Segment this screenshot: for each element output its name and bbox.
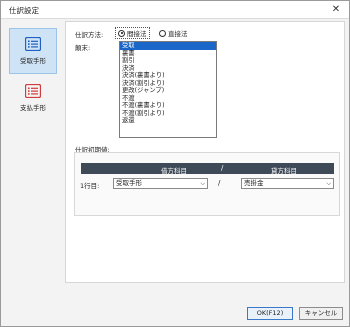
- radio-indirect-method[interactable]: 間接法: [115, 27, 150, 39]
- sidebar-item-label: 支払手形: [20, 104, 46, 112]
- title-bar: 仕訳設定 ✕: [1, 1, 349, 19]
- list-document-icon: [25, 84, 41, 98]
- radio-label: 直接法: [168, 30, 188, 38]
- list-item[interactable]: 決済(割引より): [120, 80, 216, 88]
- chevron-down-icon: ⌵: [200, 180, 205, 187]
- radio-dot: [159, 29, 166, 37]
- settings-panel: 仕訳方法: 間接法 直接法 顛末: 受取 裏書 割引 決済 決済(裏書より) 決…: [65, 21, 345, 283]
- list-item[interactable]: 裏書: [120, 50, 216, 58]
- status-label: 顛末:: [75, 44, 91, 52]
- credit-header: 貸方科目: [271, 167, 297, 175]
- list-item[interactable]: 決済: [120, 65, 216, 73]
- select-value: 売掛金: [244, 179, 264, 187]
- list-item[interactable]: 不渡(割引より): [120, 110, 216, 118]
- list-item[interactable]: 不渡: [120, 95, 216, 103]
- ok-button[interactable]: OK(F12): [247, 307, 293, 320]
- debit-header: 借方科目: [161, 167, 187, 175]
- debit-account-select[interactable]: 受取手形 ⌵: [113, 178, 208, 189]
- sidebar-item-receivable-note[interactable]: 受取手形: [9, 28, 57, 74]
- table-header: 借方科目 / 貸方科目: [81, 163, 334, 175]
- window-title: 仕訳設定: [9, 6, 39, 15]
- method-label: 仕訳方法:: [75, 31, 104, 39]
- list-item[interactable]: 受取: [120, 42, 216, 50]
- radio-label: 間接法: [127, 30, 147, 38]
- journal-defaults-group: 借方科目 / 貸方科目 1行目: 受取手形 ⌵ / 売掛金 ⌵: [74, 152, 340, 216]
- row-separator: /: [218, 179, 221, 187]
- list-item[interactable]: 決済(裏書より): [120, 72, 216, 80]
- dialog-window: 仕訳設定 ✕ 受取手形 支払手形 仕訳方法: 間接法 直接法 顛末: 受取 裏書…: [0, 0, 350, 327]
- list-item[interactable]: 更改(ジャンプ): [120, 87, 216, 95]
- row-label: 1行目:: [80, 182, 100, 190]
- list-item[interactable]: 返還: [120, 117, 216, 125]
- cancel-button[interactable]: キャンセル: [299, 307, 343, 320]
- status-listbox[interactable]: 受取 裏書 割引 決済 決済(裏書より) 決済(割引より) 更改(ジャンプ) 不…: [119, 41, 217, 138]
- chevron-down-icon: ⌵: [326, 180, 331, 187]
- radio-direct-method[interactable]: 直接法: [159, 28, 188, 38]
- list-item[interactable]: 割引: [120, 57, 216, 65]
- list-item[interactable]: 不渡(裏書より): [120, 102, 216, 110]
- credit-account-select[interactable]: 売掛金 ⌵: [241, 178, 334, 189]
- sidebar-item-label: 受取手形: [20, 57, 46, 65]
- sidebar-item-payable-note[interactable]: 支払手形: [9, 76, 57, 122]
- radio-dot: [118, 29, 125, 37]
- close-icon[interactable]: ✕: [329, 3, 343, 17]
- list-document-icon: [25, 37, 41, 51]
- header-separator: /: [221, 164, 224, 172]
- select-value: 受取手形: [116, 179, 142, 187]
